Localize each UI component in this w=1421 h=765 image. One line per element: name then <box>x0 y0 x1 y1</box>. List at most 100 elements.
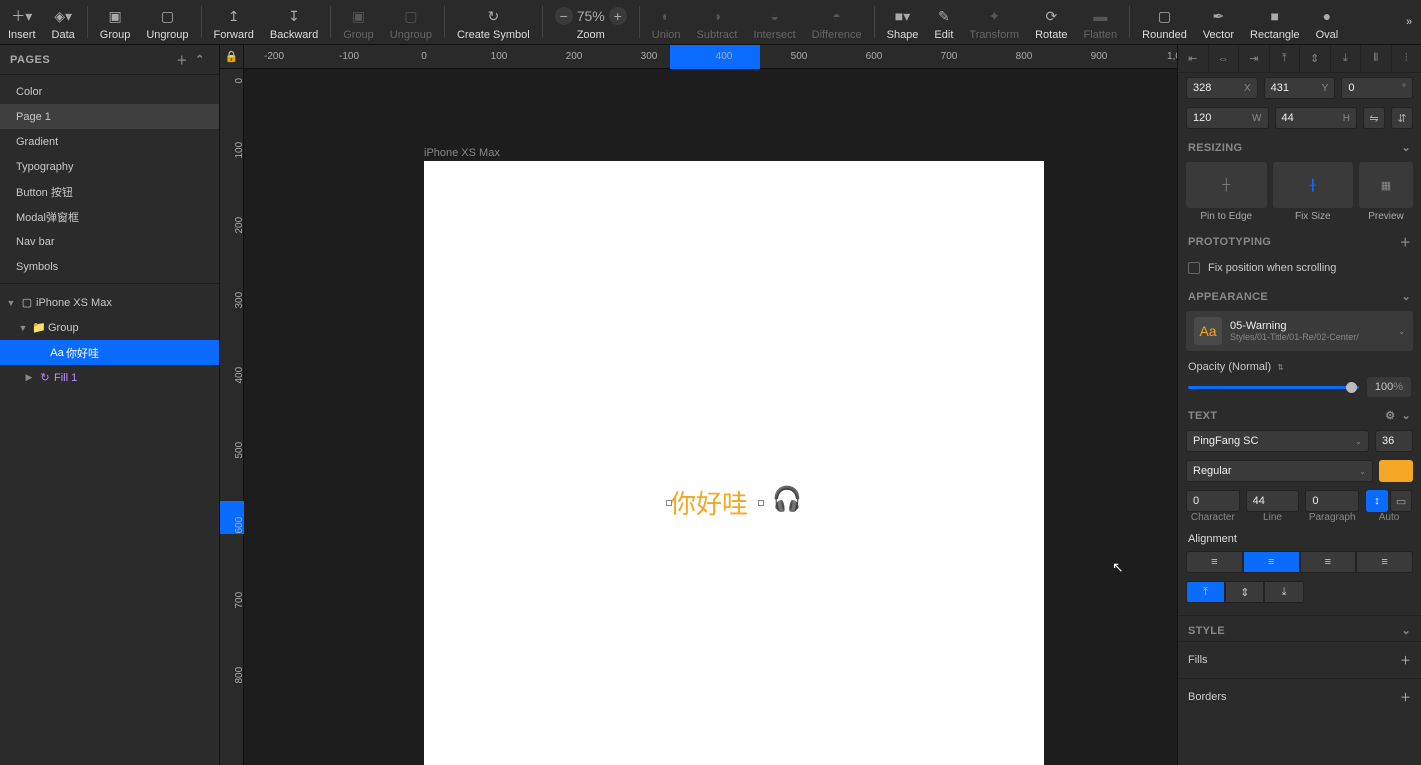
add-fill-icon[interactable]: ＋ <box>1400 652 1411 668</box>
rectangle-tool[interactable]: ■Rectangle <box>1242 0 1308 44</box>
oval-tool[interactable]: ●Oval <box>1308 0 1347 44</box>
page-item-modal[interactable]: Modal弹窗框 <box>0 204 219 229</box>
flip-h-icon[interactable]: ⇋ <box>1363 107 1385 129</box>
union-tool[interactable]: ◐Union <box>644 0 689 44</box>
insert-tool[interactable]: ＋▾Insert <box>0 0 44 44</box>
rounded-tool[interactable]: ▢Rounded <box>1134 0 1195 44</box>
artboard[interactable] <box>424 161 1044 765</box>
page-item-color[interactable]: Color <box>0 79 219 104</box>
chevron-down-icon[interactable]: ⌄ <box>1401 290 1411 303</box>
text-valign-middle[interactable]: ⇕ <box>1225 581 1264 603</box>
layer-fill[interactable]: ▶↻ Fill 1 <box>0 365 219 390</box>
height-input[interactable]: 44H <box>1275 107 1358 129</box>
backward-tool[interactable]: ↧Backward <box>262 0 326 44</box>
add-page-icon[interactable]: ＋ <box>173 52 191 68</box>
align-hcenter-icon[interactable]: ⇔ <box>1208 45 1239 72</box>
layer-group[interactable]: ▼📁 Group <box>0 315 219 340</box>
forward-tool[interactable]: ↥Forward <box>206 0 262 44</box>
add-border-icon[interactable]: ＋ <box>1400 689 1411 705</box>
vector-tool[interactable]: ✒Vector <box>1195 0 1242 44</box>
opacity-slider[interactable]: 100% <box>1178 373 1421 401</box>
text-align-justify[interactable]: ≡ <box>1356 551 1413 573</box>
chevron-down-icon[interactable]: ⌄ <box>1401 624 1411 637</box>
distribute-v-icon[interactable]: ⫶ <box>1391 45 1421 72</box>
auto-width-icon[interactable]: ↕ <box>1366 490 1388 512</box>
edit-tool[interactable]: ✎Edit <box>926 0 961 44</box>
page-item-button[interactable]: Button 按钮 <box>0 179 219 204</box>
align-top-icon[interactable]: ⤒ <box>1269 45 1300 72</box>
preview-control[interactable]: ▦Preview <box>1359 162 1413 222</box>
ruler-horizontal[interactable]: -200-10001002003004005006007008009001,0 <box>244 45 1177 69</box>
flatten-tool[interactable]: ▬Flatten <box>1076 0 1126 44</box>
y-input[interactable]: 431Y <box>1264 77 1336 99</box>
ruler-vertical[interactable]: 0100200300400500600700800 <box>220 69 244 765</box>
rotate-tool[interactable]: ⟳Rotate <box>1027 0 1075 44</box>
text-align-right[interactable]: ≡ <box>1300 551 1357 573</box>
canvas-text-object[interactable]: 你好哇 <box>670 484 760 521</box>
width-input[interactable]: 120W <box>1186 107 1269 129</box>
zoom-out-button[interactable]: − <box>555 7 573 25</box>
text-section: TEXT⚙⌄ <box>1178 401 1421 426</box>
align-right-icon[interactable]: ⇥ <box>1238 45 1269 72</box>
layer-artboard[interactable]: ▼▢ iPhone XS Max <box>0 290 219 315</box>
page-item-symbols[interactable]: Symbols <box>0 254 219 279</box>
canvas-headphone-icon[interactable]: 🎧 <box>772 485 802 514</box>
fix-size-control[interactable]: ╂Fix Size <box>1273 162 1354 222</box>
group-tool[interactable]: ▣Group <box>92 0 139 44</box>
intersect-tool[interactable]: ◒Intersect <box>745 0 803 44</box>
group2-tool[interactable]: ▣Group <box>335 0 382 44</box>
paragraph-input[interactable]: 0 <box>1305 490 1359 512</box>
ungroup-tool[interactable]: ▢Ungroup <box>138 0 196 44</box>
difference-tool[interactable]: ◓Difference <box>804 0 870 44</box>
data-tool[interactable]: ◈▾Data <box>44 0 83 44</box>
font-weight-dropdown[interactable]: Regular⌄ <box>1186 460 1373 482</box>
fills-section[interactable]: Fills＋ <box>1178 641 1421 678</box>
fix-scroll-checkbox[interactable]: Fix position when scrolling <box>1178 254 1421 282</box>
borders-section[interactable]: Borders＋ <box>1178 678 1421 715</box>
gear-icon[interactable]: ⚙ <box>1385 409 1395 422</box>
distribute-h-icon[interactable]: ⫴ <box>1360 45 1391 72</box>
resize-handle-right[interactable] <box>758 500 764 506</box>
text-align-center[interactable]: ≡ <box>1243 551 1300 573</box>
line-input[interactable]: 44 <box>1246 490 1300 512</box>
pin-to-edge-control[interactable]: ┼Pin to Edge <box>1186 162 1267 222</box>
align-bottom-icon[interactable]: ⤓ <box>1330 45 1361 72</box>
transform-tool[interactable]: ✦Transform <box>961 0 1027 44</box>
font-size-input[interactable]: 36 <box>1375 430 1413 452</box>
add-prototype-icon[interactable]: ＋ <box>1400 234 1411 250</box>
fixed-size-icon[interactable]: ▭ <box>1390 490 1412 512</box>
chevron-down-icon[interactable]: ⌄ <box>1401 409 1411 422</box>
align-vcenter-icon[interactable]: ⇕ <box>1299 45 1330 72</box>
page-item-typography[interactable]: Typography <box>0 154 219 179</box>
text-valign-bottom[interactable]: ⤓ <box>1264 581 1303 603</box>
subtract-tool[interactable]: ◑Subtract <box>689 0 746 44</box>
text-style-picker[interactable]: Aa 05-Warning Styles/01-Title/01-Re/02-C… <box>1186 311 1413 351</box>
align-left-icon[interactable]: ⇤ <box>1178 45 1208 72</box>
canvas[interactable]: iPhone XS Max 你好哇 🎧 ↖ <box>244 69 1177 765</box>
shape-tool[interactable]: ■▾Shape <box>879 0 927 44</box>
opacity-stepper-icon[interactable]: ⇅ <box>1277 363 1284 372</box>
zoom-tool[interactable]: − 75% + Zoom <box>547 0 635 44</box>
layer-text[interactable]: Aa 你好哇 <box>0 340 219 365</box>
toolbar-more-icon[interactable]: » <box>1397 0 1421 44</box>
x-input[interactable]: 328X <box>1186 77 1258 99</box>
text-valign-top[interactable]: ⤒ <box>1186 581 1225 603</box>
ruler-tick: 500 <box>791 51 808 62</box>
ruler-corner[interactable]: 🔒 <box>220 45 244 69</box>
page-item-gradient[interactable]: Gradient <box>0 129 219 154</box>
resize-handle-left[interactable] <box>666 500 672 506</box>
collapse-icon[interactable]: ⌃ <box>191 53 209 66</box>
ungroup2-tool[interactable]: ▢Ungroup <box>382 0 440 44</box>
flip-v-icon[interactable]: ⇵ <box>1391 107 1413 129</box>
page-item-page1[interactable]: Page 1 <box>0 104 219 129</box>
chevron-down-icon[interactable]: ⌄ <box>1401 141 1411 154</box>
rotation-input[interactable]: 0° <box>1341 77 1413 99</box>
font-family-dropdown[interactable]: PingFang SC⌄ <box>1186 430 1369 452</box>
artboard-label[interactable]: iPhone XS Max <box>424 147 500 159</box>
zoom-in-button[interactable]: + <box>609 7 627 25</box>
character-input[interactable]: 0 <box>1186 490 1240 512</box>
text-align-left[interactable]: ≡ <box>1186 551 1243 573</box>
create-symbol-tool[interactable]: ↻Create Symbol <box>449 0 538 44</box>
page-item-navbar[interactable]: Nav bar <box>0 229 219 254</box>
text-color-chip[interactable] <box>1379 460 1413 482</box>
